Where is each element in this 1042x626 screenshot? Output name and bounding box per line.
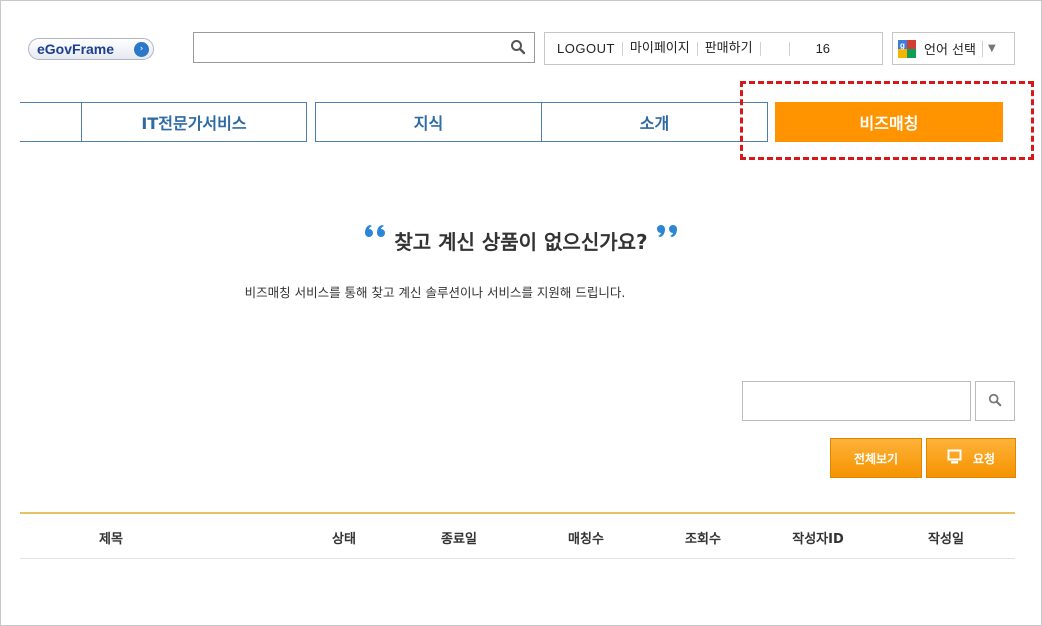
request-label: 요청 — [972, 451, 996, 466]
nav-tab-about[interactable]: 소개 — [541, 102, 768, 142]
google-translate-icon: g — [898, 39, 916, 58]
top-search-box — [193, 32, 535, 63]
nav-tab-knowledge[interactable]: 지식 — [315, 102, 542, 142]
request-icon — [947, 449, 963, 468]
svg-text:g: g — [900, 41, 905, 50]
nav-tab-partial[interactable] — [20, 102, 82, 142]
quote-close-icon — [652, 220, 678, 244]
search-icon — [988, 392, 1002, 411]
column-header-title[interactable]: 제목 — [99, 528, 123, 547]
column-header-matches[interactable]: 매칭수 — [568, 528, 604, 547]
list-search-button[interactable] — [975, 381, 1015, 421]
mypage-link[interactable]: 마이페이지 — [623, 41, 698, 56]
hero-title-text: 찾고 계신 상품이 없으신가요? — [394, 230, 648, 254]
notification-count[interactable]: 16 — [788, 41, 837, 56]
hero-heading: 찾고 계신 상품이 없으신가요? — [0, 225, 1042, 255]
list-search-box — [742, 381, 971, 421]
language-select[interactable]: g 언어 선택 ▼ — [892, 32, 1015, 65]
user-utility-bar: LOGOUT 마이페이지 판매하기 16 — [544, 32, 883, 65]
egovframe-logo[interactable]: eGovFrame › — [28, 38, 154, 60]
table-header: 제목 상태 종료일 매칭수 조회수 작성자ID 작성일 — [20, 512, 1015, 559]
top-search-input[interactable] — [194, 33, 494, 62]
view-all-button[interactable]: 전체보기 — [830, 438, 922, 478]
logout-link[interactable]: LOGOUT — [545, 41, 623, 56]
nav-tab-it-expert[interactable]: IT전문가서비스 — [81, 102, 307, 142]
column-header-author-id[interactable]: 작성자ID — [792, 528, 844, 547]
logo-text: eGovFrame — [37, 41, 115, 57]
sell-link[interactable]: 판매하기 — [698, 41, 761, 56]
dropdown-arrow-icon[interactable]: ▼ — [988, 43, 996, 54]
column-header-views[interactable]: 조회수 — [685, 528, 721, 547]
search-icon[interactable] — [510, 39, 526, 59]
column-header-end-date[interactable]: 종료일 — [441, 528, 477, 547]
list-search-input[interactable] — [743, 382, 970, 420]
logo-arrow-icon: › — [134, 42, 149, 57]
request-button[interactable]: 요청 — [926, 438, 1016, 478]
hero-subtitle: 비즈매칭 서비스를 통해 찾고 계신 솔루션이나 서비스를 지원해 드립니다. — [244, 285, 626, 300]
view-all-label: 전체보기 — [853, 451, 899, 466]
language-divider — [981, 40, 983, 57]
column-header-status[interactable]: 상태 — [332, 528, 356, 547]
quote-open-icon — [364, 220, 390, 244]
language-label: 언어 선택 — [924, 43, 976, 58]
column-header-created-date[interactable]: 작성일 — [928, 528, 964, 547]
highlight-box — [740, 81, 1034, 160]
